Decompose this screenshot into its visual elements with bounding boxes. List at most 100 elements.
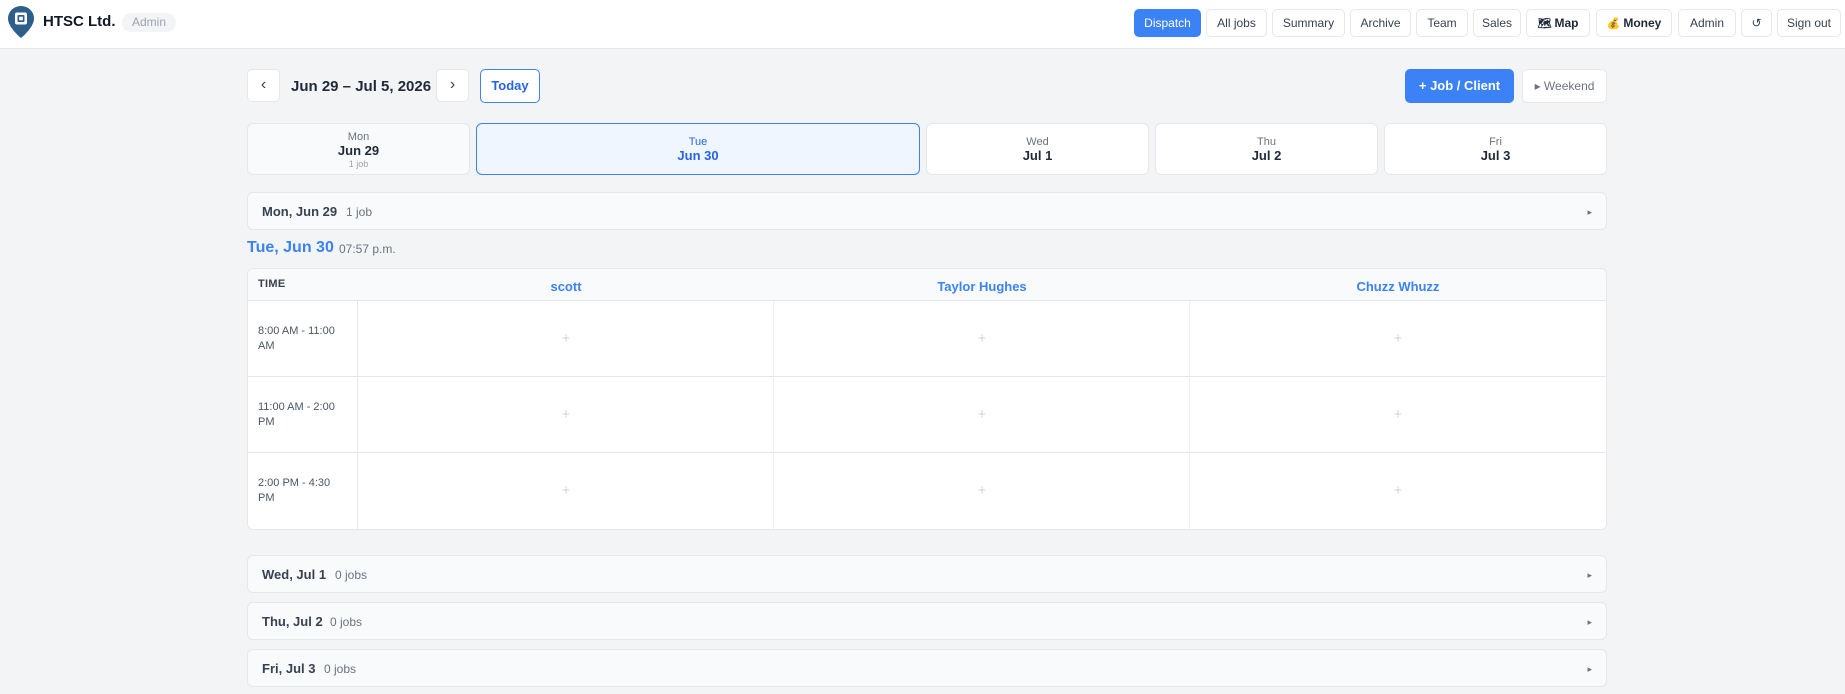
nav-admin-label: Admin xyxy=(1689,16,1724,30)
nav-money-button[interactable]: 💰 Money xyxy=(1596,9,1672,37)
column-divider xyxy=(1189,301,1190,529)
money-bag-icon: 💰 xyxy=(1606,18,1621,30)
nav-sales-label: Sales xyxy=(1481,16,1513,30)
main-nav: Dispatch All jobs Summary Archive Team S… xyxy=(0,9,1845,37)
plus-icon: + xyxy=(1393,482,1403,499)
day-card-job-count: 1 job xyxy=(348,159,369,169)
day-card-weekday: Wed xyxy=(1026,136,1049,148)
time-slot-label: 11:00 AM - 2:00 PM xyxy=(258,401,335,428)
add-job-cell[interactable]: + xyxy=(774,453,1190,529)
nav-team-label: Team xyxy=(1427,16,1457,30)
nav-dispatch-label: Dispatch xyxy=(1144,16,1191,30)
next-week-button[interactable]: › xyxy=(436,69,469,102)
plus-icon: + xyxy=(561,482,571,499)
expand-caret-icon: ▸ xyxy=(1587,617,1592,627)
nav-summary-button[interactable]: Summary xyxy=(1272,9,1345,37)
add-job-cell[interactable]: + xyxy=(1190,453,1606,529)
weekend-toggle-button[interactable]: ▸ Weekend xyxy=(1522,69,1607,103)
nav-archive-button[interactable]: Archive xyxy=(1350,9,1411,37)
nav-sales-button[interactable]: Sales xyxy=(1473,9,1521,37)
day-card-weekday: Mon xyxy=(347,131,370,143)
selected-day-heading: Tue, Jun 30 xyxy=(247,239,334,256)
day-section-thu[interactable]: Thu, Jul 2 0 jobs ▸ xyxy=(247,602,1607,640)
schedule-header-row: TIME scott Taylor Hughes Chuzz Whuzz xyxy=(248,269,1606,301)
nav-summary-label: Summary xyxy=(1282,16,1335,30)
day-card-date: Jun 29 xyxy=(337,143,380,158)
nav-money-label: Money xyxy=(1623,16,1662,30)
add-job-cell[interactable]: + xyxy=(358,377,774,453)
day-section-job-count: 0 jobs xyxy=(330,615,363,629)
tech-column-header-scott: scott xyxy=(550,279,582,294)
nav-sign-out-label: Sign out xyxy=(1786,16,1832,30)
day-card-weekday: Tue xyxy=(688,136,708,148)
day-section-job-count: 0 jobs xyxy=(335,568,368,582)
add-job-cell[interactable]: + xyxy=(358,453,774,529)
time-slot-row: 8:00 AM - 11:00 AM + + + xyxy=(248,301,1606,377)
day-card-thu[interactable]: Thu Jul 2 xyxy=(1155,123,1378,175)
expand-caret-icon: ▸ xyxy=(1587,664,1592,674)
today-button[interactable]: Today xyxy=(480,69,540,103)
map-icon: 🗺 xyxy=(1537,18,1552,30)
tech-column-header-chuzz-whuzz: Chuzz Whuzz xyxy=(1356,279,1440,294)
column-divider xyxy=(357,301,358,529)
schedule-grid: TIME scott Taylor Hughes Chuzz Whuzz 8:0… xyxy=(247,268,1607,530)
day-section-fri[interactable]: Fri, Jul 3 0 jobs ▸ xyxy=(247,649,1607,687)
add-job-cell[interactable]: + xyxy=(1190,301,1606,377)
sign-out-button[interactable]: Sign out xyxy=(1777,9,1841,37)
chevron-left-icon: ‹ xyxy=(260,76,267,93)
top-bar: HTSC Ltd. Admin Dispatch All jobs Summar… xyxy=(0,0,1845,49)
add-job-cell[interactable]: + xyxy=(774,301,1190,377)
day-card-wed[interactable]: Wed Jul 1 xyxy=(926,123,1149,175)
plus-icon: + xyxy=(1393,330,1403,347)
day-section-title: Fri, Jul 3 xyxy=(262,661,316,676)
day-section-title: Mon, Jun 29 xyxy=(262,204,338,219)
add-job-cell[interactable]: + xyxy=(358,301,774,377)
current-time-label: 07:57 p.m. xyxy=(339,242,396,256)
day-card-date: Jul 1 xyxy=(1022,148,1053,163)
day-card-fri[interactable]: Fri Jul 3 xyxy=(1384,123,1607,175)
time-slot-label: 8:00 AM - 11:00 AM xyxy=(258,325,335,352)
nav-dispatch-button[interactable]: Dispatch xyxy=(1134,9,1201,37)
time-column-header: TIME xyxy=(258,278,286,290)
day-card-weekday: Fri xyxy=(1489,136,1502,148)
nav-archive-label: Archive xyxy=(1360,16,1401,30)
day-card-tue[interactable]: Tue Jun 30 xyxy=(476,123,920,175)
day-section-job-count: 0 jobs xyxy=(324,662,357,676)
plus-icon: + xyxy=(977,482,987,499)
refresh-icon: ↺ xyxy=(1751,16,1762,30)
add-job-cell[interactable]: + xyxy=(774,377,1190,453)
day-card-mon[interactable]: Mon Jun 29 1 job xyxy=(247,123,470,175)
expand-caret-icon: ▸ xyxy=(1587,207,1592,217)
nav-all-jobs-button[interactable]: All jobs xyxy=(1206,9,1267,37)
day-section-title: Wed, Jul 1 xyxy=(262,567,327,582)
plus-icon: + xyxy=(561,406,571,423)
nav-map-button[interactable]: 🗺 Map xyxy=(1526,9,1590,37)
day-card-weekday: Thu xyxy=(1257,136,1276,148)
day-card-date: Jun 30 xyxy=(677,148,719,163)
time-slot-row: 11:00 AM - 2:00 PM + + + xyxy=(248,377,1606,453)
time-slot-row: 2:00 PM - 4:30 PM + + + xyxy=(248,453,1606,529)
tech-column-header-taylor-hughes: Taylor Hughes xyxy=(937,279,1027,294)
day-section-mon[interactable]: Mon, Jun 29 1 job ▸ xyxy=(247,192,1607,230)
day-card-date: Jul 2 xyxy=(1251,148,1282,163)
nav-team-button[interactable]: Team xyxy=(1416,9,1468,37)
refresh-button[interactable]: ↺ xyxy=(1741,9,1772,37)
day-section-title: Thu, Jul 2 xyxy=(262,614,323,629)
plus-icon: + xyxy=(977,330,987,347)
time-slot-label: 2:00 PM - 4:30 PM xyxy=(258,477,331,504)
day-section-wed[interactable]: Wed, Jul 1 0 jobs ▸ xyxy=(247,555,1607,593)
plus-icon: + xyxy=(1393,406,1403,423)
plus-icon: + xyxy=(977,406,987,423)
add-job-client-button[interactable]: + Job / Client xyxy=(1405,69,1514,103)
day-section-job-count: 1 job xyxy=(346,205,373,219)
nav-admin-button[interactable]: Admin xyxy=(1678,9,1736,37)
nav-all-jobs-label: All jobs xyxy=(1217,16,1256,30)
prev-week-button[interactable]: ‹ xyxy=(247,69,280,102)
column-divider xyxy=(773,301,774,529)
week-range-label: Jun 29 – Jul 5, 2026 xyxy=(291,78,432,95)
nav-map-label: Map xyxy=(1554,16,1579,30)
day-card-date: Jul 3 xyxy=(1480,148,1511,163)
expand-caret-icon: ▸ xyxy=(1587,570,1592,580)
chevron-right-icon: › xyxy=(449,76,456,93)
add-job-cell[interactable]: + xyxy=(1190,377,1606,453)
